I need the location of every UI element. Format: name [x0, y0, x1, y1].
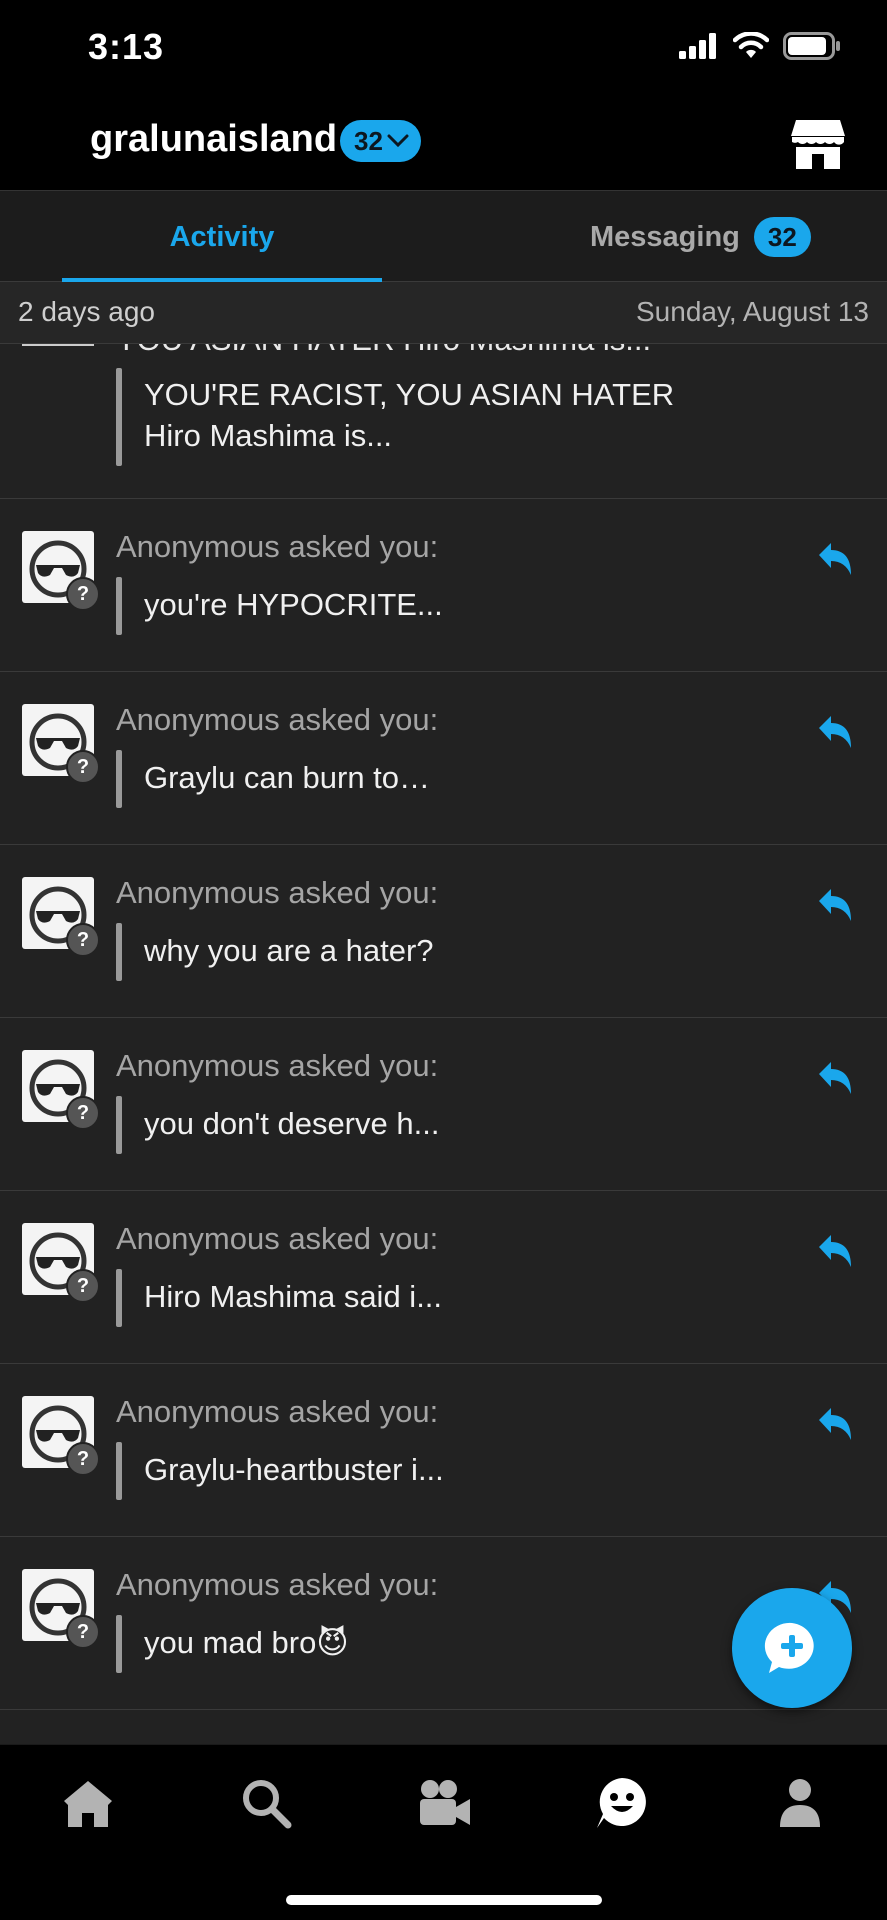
avatar — [22, 344, 94, 346]
quote-bar — [116, 368, 122, 466]
list-item[interactable]: ? Anonymous asked you: Hiro Mashima said… — [0, 1191, 887, 1364]
reply-icon[interactable] — [815, 539, 855, 579]
message-line: YOU'RE RACIST, YOU ASIAN HATER — [144, 377, 675, 412]
anonymous-badge: ? — [66, 577, 100, 611]
list-item[interactable]: ? Anonymous asked you: why you are a hat… — [0, 845, 887, 1018]
asker-label: Anonymous asked you: — [116, 1221, 439, 1256]
quote-bar — [116, 1442, 122, 1500]
activity-icon[interactable] — [594, 1775, 650, 1831]
anonymous-badge: ? — [66, 1269, 100, 1303]
quote-bar — [116, 1096, 122, 1154]
question-preview: Graylu-heartbuster i... — [144, 1452, 444, 1487]
bottom-nav — [0, 1744, 887, 1920]
asker-label: Anonymous asked you: — [116, 1048, 439, 1083]
reply-icon[interactable] — [815, 1404, 855, 1444]
signal-icon — [679, 33, 716, 59]
anonymous-badge: ? — [66, 750, 100, 784]
tab-messaging-label: Messaging — [590, 220, 740, 253]
quote-bar — [116, 923, 122, 981]
question-preview: Graylu can burn to… — [144, 760, 431, 795]
message-preview: YOU'RE RACIST, YOU ASIAN HATER Hiro Mash… — [144, 374, 674, 456]
search-icon[interactable] — [238, 1775, 294, 1831]
quote-bar — [116, 577, 122, 635]
asker-label: Anonymous asked you: — [116, 529, 439, 564]
asker-label: Anonymous asked you: — [116, 702, 439, 737]
asker-label: Anonymous asked you: — [116, 875, 439, 910]
question-preview: you're HYPOCRITE... — [144, 587, 443, 622]
status-bar: 3:13 — [0, 0, 887, 96]
home-indicator[interactable] — [286, 1895, 602, 1905]
asker-label: Anonymous asked you: — [116, 1394, 439, 1429]
anonymous-badge: ? — [66, 923, 100, 957]
quote-bar — [116, 1615, 122, 1673]
quote-bar — [116, 1269, 122, 1327]
activity-feed: YOU ASIAN HATER Hiro Mashima is... YOU'R… — [0, 344, 887, 1744]
reply-icon[interactable] — [815, 885, 855, 925]
anonymous-badge: ? — [66, 1615, 100, 1649]
date-header: 2 days ago Sunday, August 13 — [0, 282, 887, 344]
question-preview: why you are a hater? — [144, 933, 434, 968]
new-message-button[interactable] — [732, 1588, 852, 1708]
question-preview: Hiro Mashima said i... — [144, 1279, 443, 1314]
reply-icon[interactable] — [815, 1058, 855, 1098]
list-item[interactable]: ? Anonymous asked you: Graylu-heartbuste… — [0, 1364, 887, 1537]
chat-plus-icon — [764, 1622, 814, 1673]
home-icon[interactable] — [60, 1775, 116, 1831]
cut-off-text: YOU ASIAN HATER Hiro Mashima is... — [116, 344, 651, 358]
absolute-date: Sunday, August 13 — [636, 296, 869, 327]
tab-messaging[interactable]: Messaging 32 — [590, 191, 811, 283]
reply-icon[interactable] — [815, 1231, 855, 1271]
wifi-icon — [733, 32, 769, 58]
tab-bar: Activity Messaging 32 — [0, 190, 887, 283]
reply-icon[interactable] — [815, 712, 855, 752]
relative-date: 2 days ago — [18, 296, 155, 327]
shop-icon[interactable] — [790, 118, 846, 170]
question-preview: you mad bro😈 — [144, 1625, 349, 1660]
list-item[interactable]: ? Anonymous asked you: Graylu can burn t… — [0, 672, 887, 845]
status-icons — [679, 32, 841, 60]
asker-label: Anonymous asked you: — [116, 1567, 439, 1602]
question-preview: you don't deserve h... — [144, 1106, 440, 1141]
list-item[interactable]: ? Anonymous asked you: you're HYPOCRITE.… — [0, 499, 887, 672]
list-item[interactable]: YOU ASIAN HATER Hiro Mashima is... YOU'R… — [0, 344, 887, 499]
tab-activity[interactable]: Activity — [62, 191, 382, 283]
list-item[interactable]: ? Anonymous asked you: you don't deserve… — [0, 1018, 887, 1191]
account-icon[interactable] — [772, 1775, 828, 1831]
blog-badge-count: 32 — [354, 125, 383, 156]
message-line: Hiro Mashima is... — [144, 418, 393, 453]
quote-bar — [116, 750, 122, 808]
messaging-badge: 32 — [753, 217, 811, 257]
chevron-down-icon — [387, 134, 409, 148]
blog-switcher-badge[interactable]: 32 — [340, 120, 421, 162]
battery-icon — [783, 32, 840, 60]
header: gralunaisland 32 — [0, 96, 887, 190]
video-icon[interactable] — [416, 1775, 472, 1831]
anonymous-badge: ? — [66, 1096, 100, 1130]
blog-name[interactable]: gralunaisland — [90, 118, 337, 161]
anonymous-badge: ? — [66, 1442, 100, 1476]
status-time: 3:13 — [88, 26, 165, 67]
